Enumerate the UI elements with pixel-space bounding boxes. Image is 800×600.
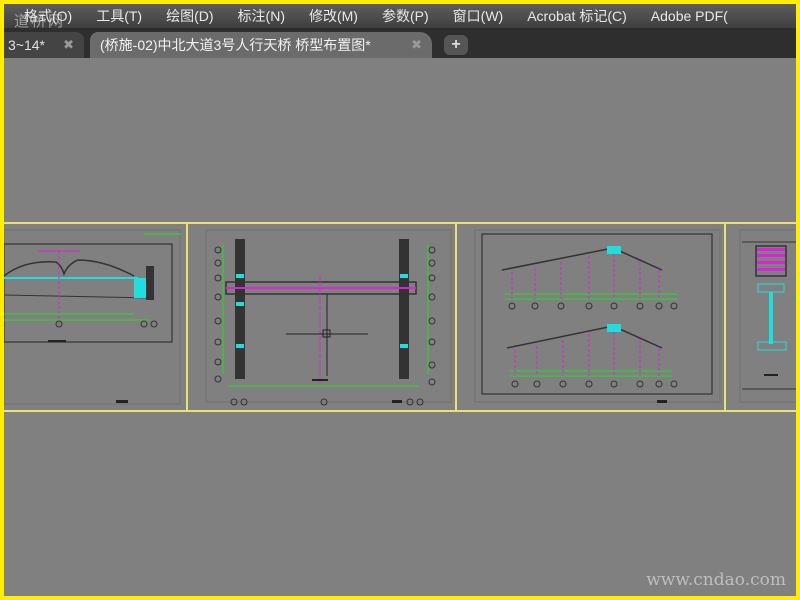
watermark-logo: 道桥网 xyxy=(14,12,66,30)
close-icon[interactable]: ✖ xyxy=(63,32,74,58)
detail-drawing xyxy=(739,229,796,403)
menu-parameters[interactable]: 参数(P) xyxy=(370,6,441,26)
section-drawing xyxy=(474,229,721,403)
menu-bar: 格式(O) 工具(T) 绘图(D) 标注(N) 修改(M) 参数(P) 窗口(W… xyxy=(4,4,796,28)
cad-window: 格式(O) 工具(T) 绘图(D) 标注(N) 修改(M) 参数(P) 窗口(W… xyxy=(4,4,796,596)
elevation-drawing xyxy=(4,229,182,405)
layout-sheets xyxy=(4,222,796,412)
menu-adobe-pdf[interactable]: Adobe PDF( xyxy=(639,8,740,24)
menu-window[interactable]: 窗口(W) xyxy=(441,6,516,26)
close-icon[interactable]: ✖ xyxy=(411,32,422,58)
menu-acrobat-markup[interactable]: Acrobat 标记(C) xyxy=(515,6,639,26)
menu-modify[interactable]: 修改(M) xyxy=(297,6,370,26)
menu-draw[interactable]: 绘图(D) xyxy=(154,6,225,26)
menu-dimension[interactable]: 标注(N) xyxy=(226,6,297,26)
layout-sheet-plan[interactable] xyxy=(186,224,455,410)
tab-label: (桥施-02)中北大道3号人行天桥 桥型布置图* xyxy=(100,37,371,53)
document-tab-bar: 3~14* ✖ (桥施-02)中北大道3号人行天桥 桥型布置图* ✖ + xyxy=(4,28,796,58)
tab-label: 3~14* xyxy=(8,37,45,53)
layout-sheet-sections[interactable] xyxy=(455,224,724,410)
add-tab-button[interactable]: + xyxy=(444,35,468,55)
watermark-site: www.cndao.com xyxy=(646,570,786,590)
tab-drawing-3-14[interactable]: 3~14* ✖ xyxy=(4,32,84,58)
layout-sheet-elevation[interactable] xyxy=(4,224,186,410)
layout-sheet-detail[interactable] xyxy=(724,224,796,410)
tab-bridge-layout[interactable]: (桥施-02)中北大道3号人行天桥 桥型布置图* ✖ xyxy=(90,32,432,58)
plus-icon: + xyxy=(451,36,461,53)
drawing-canvas[interactable] xyxy=(4,58,796,596)
plan-drawing xyxy=(205,229,452,406)
menu-tools[interactable]: 工具(T) xyxy=(84,6,154,26)
